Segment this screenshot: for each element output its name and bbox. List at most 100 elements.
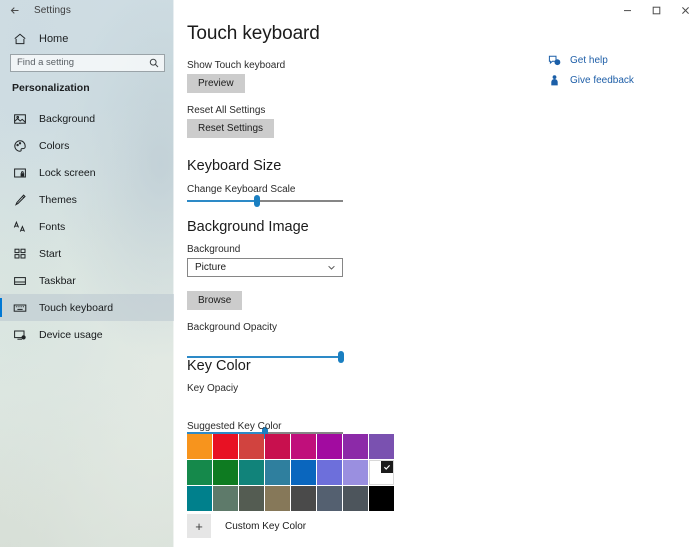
reset-all-settings-label: Reset All Settings: [187, 105, 265, 116]
key-color-swatch-light-violet[interactable]: [369, 434, 394, 459]
close-button[interactable]: [671, 0, 700, 21]
key-color-swatch-teal-green[interactable]: [239, 460, 264, 485]
image-icon: [12, 111, 27, 126]
sidebar-item-themes-label: Themes: [39, 194, 77, 206]
key-color-swatch-crimson[interactable]: [265, 434, 290, 459]
sidebar-item-device-usage-label: Device usage: [39, 329, 103, 341]
sidebar-item-home-label: Home: [39, 33, 68, 45]
key-color-swatch-periwinkle[interactable]: [317, 460, 342, 485]
background-image-heading: Background Image: [187, 219, 309, 235]
sidebar-item-background[interactable]: Background: [0, 105, 174, 132]
reset-settings-button[interactable]: Reset Settings: [187, 119, 274, 138]
sidebar-item-fonts-label: Fonts: [39, 221, 65, 233]
sidebar-item-themes[interactable]: Themes: [0, 186, 174, 213]
chevron-down-icon: [327, 263, 336, 272]
background-select-value: Picture: [195, 262, 327, 273]
keyboard-size-heading: Keyboard Size: [187, 158, 281, 174]
key-color-swatch-black[interactable]: [369, 486, 394, 511]
get-help-label: Get help: [570, 55, 608, 66]
key-color-swatch-green[interactable]: [187, 460, 212, 485]
background-select[interactable]: Picture: [187, 258, 343, 277]
get-help-link[interactable]: Get help: [548, 52, 688, 68]
key-color-swatch-white[interactable]: [369, 460, 394, 485]
sidebar-nav: Background Colors: [0, 105, 174, 348]
custom-key-color-label: Custom Key Color: [225, 521, 306, 532]
key-color-swatch-dark-violet[interactable]: [343, 434, 368, 459]
give-feedback-label: Give feedback: [570, 75, 634, 86]
start-grid-icon: [12, 246, 27, 261]
plus-icon[interactable]: +: [187, 514, 211, 538]
key-color-swatch-slate[interactable]: [317, 486, 342, 511]
sidebar-item-taskbar[interactable]: Taskbar: [0, 267, 174, 294]
key-color-swatch-purple[interactable]: [317, 434, 342, 459]
back-arrow-icon[interactable]: [8, 4, 22, 18]
window-title: Settings: [34, 5, 71, 16]
key-color-swatch-red[interactable]: [213, 434, 238, 459]
search-icon: [149, 58, 159, 68]
key-color-swatch-orange[interactable]: [187, 434, 212, 459]
reset-settings-button-wrap: Reset Settings: [187, 118, 274, 138]
browse-button[interactable]: Browse: [187, 291, 242, 310]
key-color-swatch-magenta[interactable]: [291, 434, 316, 459]
key-color-heading: Key Color: [187, 358, 251, 374]
sidebar-item-touch-keyboard[interactable]: Touch keyboard: [0, 294, 174, 321]
minimize-button[interactable]: [613, 0, 642, 21]
key-opacity-label: Key Opaciy: [187, 383, 238, 394]
titlebar-drag-region[interactable]: [71, 0, 613, 21]
search-input[interactable]: [17, 55, 149, 71]
sidebar-section-title: Personalization: [12, 82, 90, 94]
sidebar-item-home[interactable]: Home: [0, 28, 174, 50]
key-color-swatch-dark-green[interactable]: [213, 460, 238, 485]
key-color-swatch-dark-teal[interactable]: [187, 486, 212, 511]
background-opacity-label: Background Opacity: [187, 322, 277, 333]
show-touch-keyboard-label: Show Touch keyboard: [187, 60, 285, 71]
key-color-swatch-grey-green[interactable]: [239, 486, 264, 511]
key-color-swatch-sage[interactable]: [213, 486, 238, 511]
home-icon: [12, 32, 27, 47]
sidebar-item-lock-screen-label: Lock screen: [39, 167, 96, 179]
window-controls: [613, 0, 700, 21]
suggested-key-color-label: Suggested Key Color: [187, 421, 282, 432]
change-keyboard-scale-slider[interactable]: [187, 193, 343, 209]
sidebar-item-colors[interactable]: Colors: [0, 132, 174, 159]
sidebar-item-touch-keyboard-label: Touch keyboard: [39, 302, 113, 314]
sidebar-item-start[interactable]: Start: [0, 240, 174, 267]
page-title: Touch keyboard: [187, 23, 320, 45]
key-color-swatch-blue[interactable]: [291, 460, 316, 485]
settings-window: Settings Home: [0, 0, 700, 547]
check-icon: [381, 461, 393, 473]
slider-thumb[interactable]: [338, 351, 344, 363]
fonts-icon: [12, 219, 27, 234]
sidebar-item-background-label: Background: [39, 113, 95, 125]
preview-button[interactable]: Preview: [187, 74, 245, 93]
key-color-swatch-light-purple[interactable]: [343, 460, 368, 485]
key-color-swatch-steel-teal[interactable]: [265, 460, 290, 485]
show-touch-keyboard-group: Show Touch keyboard: [187, 60, 285, 71]
sidebar-item-taskbar-label: Taskbar: [39, 275, 76, 287]
sidebar-item-start-label: Start: [39, 248, 61, 260]
search-box[interactable]: [10, 54, 165, 72]
sidebar: Home Personalization Backgro: [0, 0, 174, 547]
lock-screen-icon: [12, 165, 27, 180]
preview-button-wrap: Preview: [187, 73, 245, 93]
give-feedback-link[interactable]: Give feedback: [548, 72, 688, 88]
slider-thumb[interactable]: [254, 195, 260, 207]
key-color-swatch-brick-red[interactable]: [239, 434, 264, 459]
palette-icon: [12, 138, 27, 153]
browse-button-wrap: Browse: [187, 290, 242, 310]
get-help-icon: [548, 54, 561, 67]
main-content: Touch keyboard Show Touch keyboard Previ…: [174, 0, 700, 547]
sidebar-item-fonts[interactable]: Fonts: [0, 213, 174, 240]
sidebar-item-lock-screen[interactable]: Lock screen: [0, 159, 174, 186]
key-color-swatch-khaki[interactable]: [265, 486, 290, 511]
suggested-key-color-grid: [187, 434, 394, 511]
help-rail: Get help Give feedback: [548, 52, 688, 92]
background-select-label: Background: [187, 244, 240, 255]
key-color-swatch-dark-grey[interactable]: [291, 486, 316, 511]
key-color-swatch-grey-blue[interactable]: [343, 486, 368, 511]
titlebar-left: Settings: [0, 0, 71, 21]
keyboard-icon: [12, 300, 27, 315]
maximize-button[interactable]: [642, 0, 671, 21]
titlebar: Settings: [0, 0, 700, 21]
sidebar-item-device-usage[interactable]: Device usage: [0, 321, 174, 348]
